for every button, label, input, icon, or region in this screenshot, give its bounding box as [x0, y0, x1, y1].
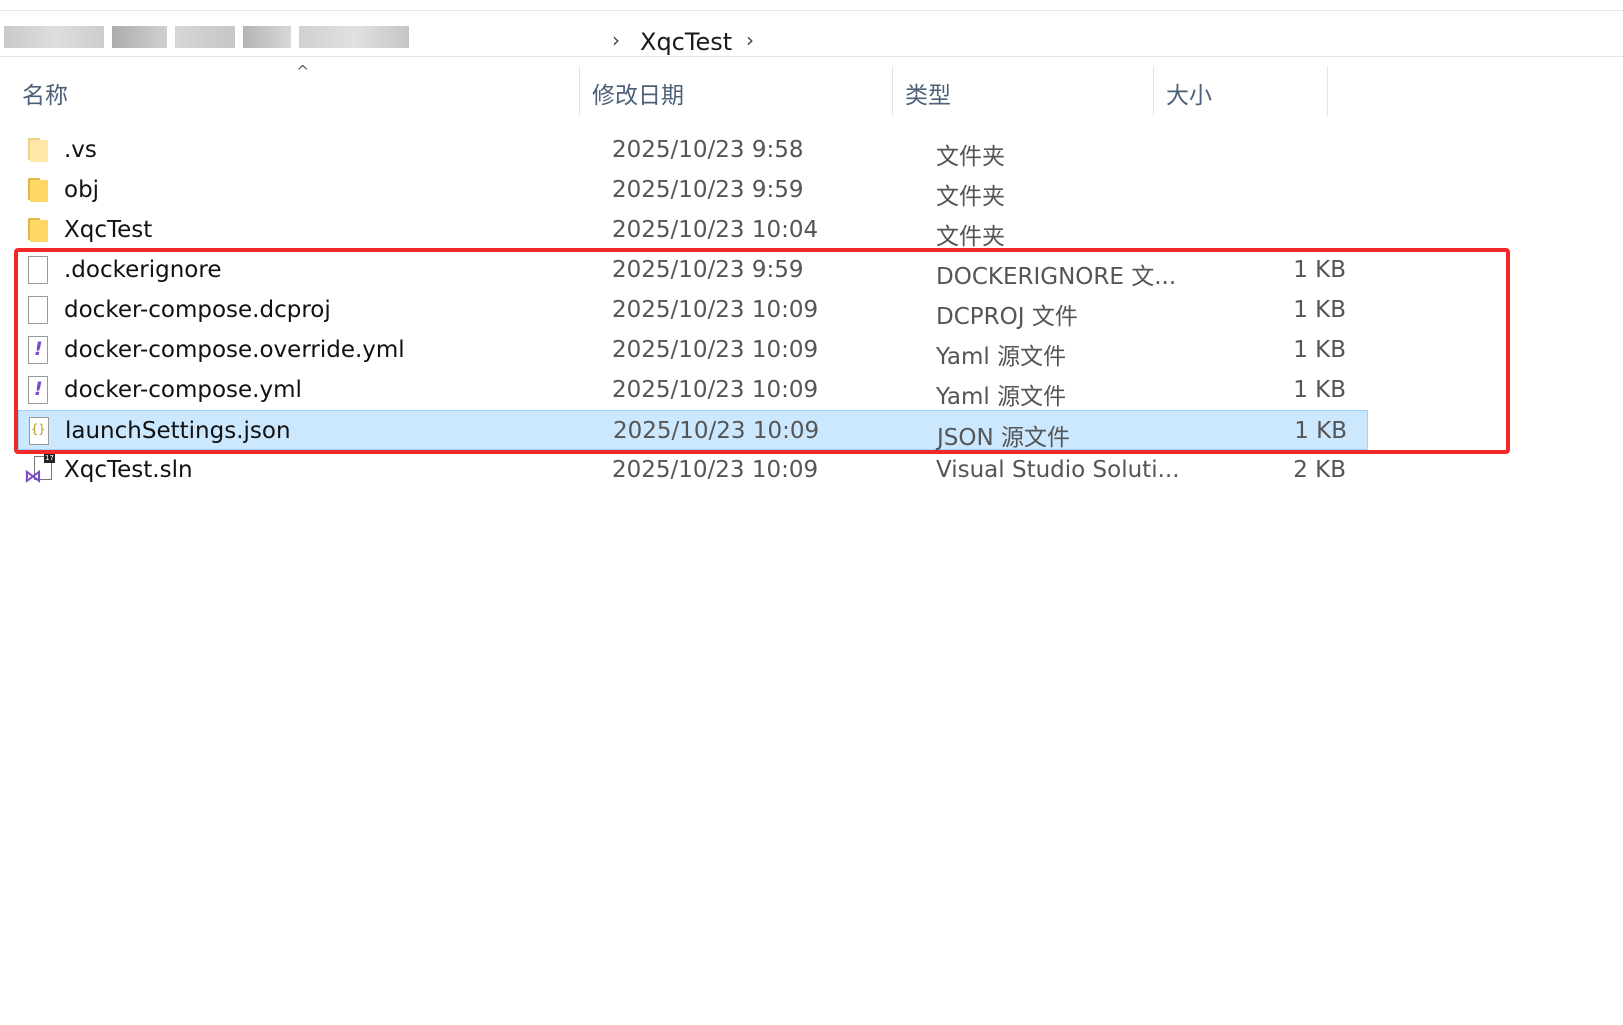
column-header-name[interactable]: 名称: [22, 76, 68, 110]
window-top-border: [0, 10, 1623, 11]
list-item[interactable]: ! docker-compose.override.yml 2025/10/23…: [18, 330, 1368, 370]
file-type: Visual Studio Soluti...: [936, 457, 1180, 483]
file-date: 2025/10/23 10:09: [612, 457, 819, 483]
file-date: 2025/10/23 9:59: [612, 257, 804, 283]
vs-solution-icon: 17 ⋈: [24, 453, 55, 487]
breadcrumb-redacted: [0, 20, 594, 54]
file-type: DCPROJ 文件: [936, 304, 1078, 330]
folder-icon: [28, 218, 50, 242]
file-date: 2025/10/23 9:59: [612, 177, 804, 203]
file-type: 文件夹: [936, 144, 1005, 170]
column-divider[interactable]: [579, 66, 580, 116]
yaml-file-icon: !: [28, 376, 48, 404]
file-name: .dockerignore: [64, 257, 222, 283]
sort-ascending-icon: ^: [296, 62, 310, 81]
column-divider[interactable]: [1153, 66, 1154, 116]
folder-icon: [28, 178, 50, 202]
column-divider[interactable]: [892, 66, 893, 116]
file-size: 1 KB: [1293, 257, 1346, 283]
breadcrumb-chevron-icon[interactable]: ›: [612, 30, 620, 50]
file-name: .vs: [64, 137, 97, 163]
folder-icon: [28, 138, 50, 162]
file-size: 1 KB: [1294, 418, 1347, 444]
file-size: 2 KB: [1293, 457, 1346, 483]
file-type: DOCKERIGNORE 文...: [936, 264, 1177, 290]
file-type: JSON 源文件: [937, 425, 1071, 451]
file-name: docker-compose.dcproj: [64, 297, 331, 323]
file-type: Yaml 源文件: [936, 384, 1067, 410]
yaml-file-icon: !: [28, 336, 48, 364]
file-type: Yaml 源文件: [936, 344, 1067, 370]
file-name: XqcTest: [64, 217, 153, 243]
list-item[interactable]: 17 ⋈ XqcTest.sln 2025/10/23 10:09 Visual…: [18, 450, 1368, 490]
column-divider[interactable]: [1327, 66, 1328, 116]
file-type: 文件夹: [936, 184, 1005, 210]
file-name: obj: [64, 177, 100, 203]
redacted-segment: [4, 26, 104, 48]
file-size: 1 KB: [1293, 377, 1346, 403]
file-date: 2025/10/23 10:09: [613, 418, 820, 444]
list-item[interactable]: docker-compose.dcproj 2025/10/23 10:09 D…: [18, 290, 1368, 330]
file-size: 1 KB: [1293, 337, 1346, 363]
column-header-size[interactable]: 大小: [1166, 76, 1212, 110]
list-item[interactable]: XqcTest 2025/10/23 10:04 文件夹: [18, 210, 1368, 250]
list-item[interactable]: .dockerignore 2025/10/23 9:59 DOCKERIGNO…: [18, 250, 1368, 290]
list-item[interactable]: obj 2025/10/23 9:59 文件夹: [18, 170, 1368, 210]
file-name: launchSettings.json: [65, 418, 291, 444]
generic-file-icon: [28, 256, 48, 284]
address-bar[interactable]: › XqcTest ›: [0, 12, 1623, 57]
list-item[interactable]: .vs 2025/10/23 9:58 文件夹: [18, 130, 1368, 170]
file-date: 2025/10/23 10:04: [612, 217, 819, 243]
list-item-selected[interactable]: {} launchSettings.json 2025/10/23 10:09 …: [18, 410, 1368, 451]
column-header-type[interactable]: 类型: [905, 76, 951, 110]
column-header-row: ^ 名称 修改日期 类型 大小: [0, 62, 1623, 118]
list-item[interactable]: ! docker-compose.yml 2025/10/23 10:09 Ya…: [18, 370, 1368, 410]
redacted-segment: [243, 26, 291, 48]
file-date: 2025/10/23 10:09: [612, 337, 819, 363]
redacted-segment: [299, 26, 409, 48]
column-header-date[interactable]: 修改日期: [592, 76, 684, 110]
breadcrumb-chevron-icon[interactable]: ›: [746, 30, 754, 50]
file-size: 1 KB: [1293, 297, 1346, 323]
json-file-icon: {}: [29, 417, 49, 445]
file-name: XqcTest.sln: [64, 457, 193, 483]
file-date: 2025/10/23 10:09: [612, 377, 819, 403]
file-name: docker-compose.override.yml: [64, 337, 405, 363]
breadcrumb-current[interactable]: XqcTest: [640, 28, 732, 56]
file-type: 文件夹: [936, 224, 1005, 250]
file-date: 2025/10/23 10:09: [612, 297, 819, 323]
redacted-segment: [112, 26, 167, 48]
redacted-segment: [175, 26, 235, 48]
generic-file-icon: [28, 296, 48, 324]
file-date: 2025/10/23 9:58: [612, 137, 804, 163]
file-name: docker-compose.yml: [64, 377, 302, 403]
